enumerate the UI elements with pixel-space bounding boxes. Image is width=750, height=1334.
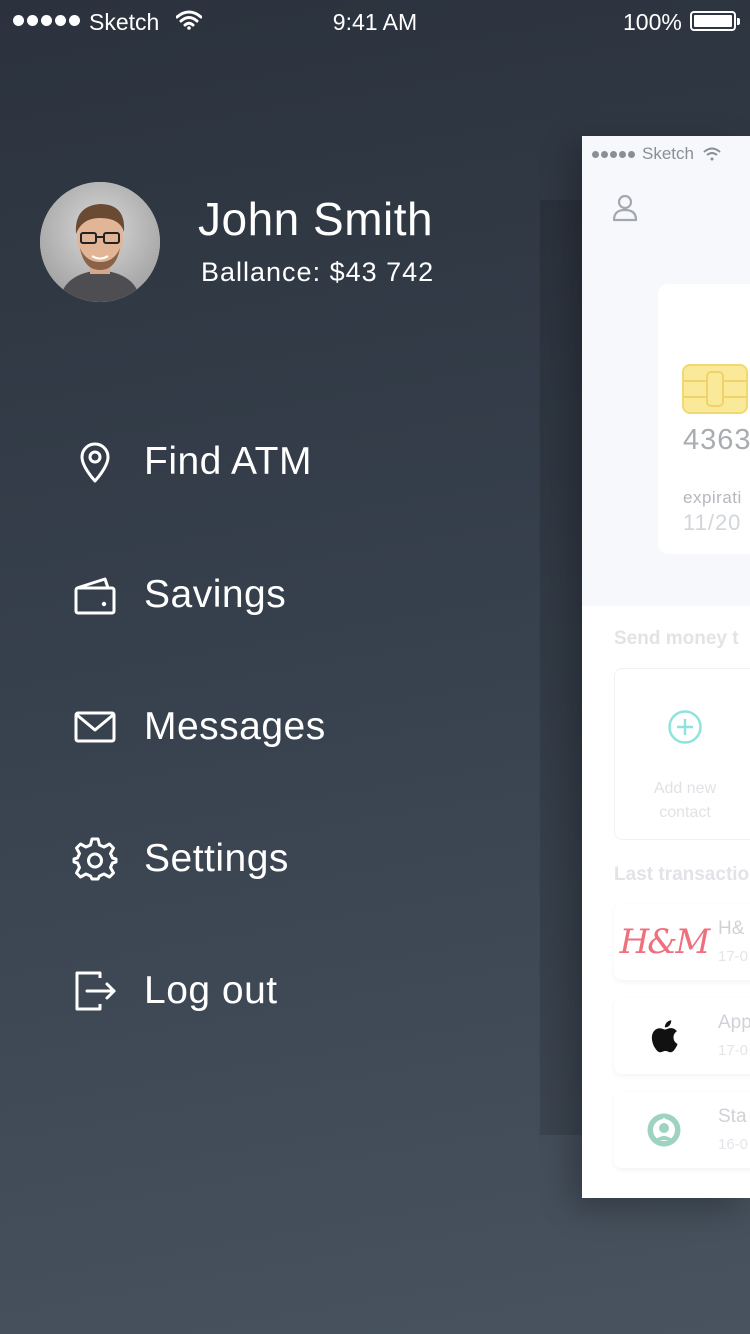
status-bar: Sketch 9:41 AM 100% — [0, 0, 750, 44]
transaction-row[interactable]: H&M H& 17-0 — [614, 904, 750, 980]
preview-header-area: Sketch 4363 expirati 11/20 — [582, 136, 750, 606]
menu-item-label: Messages — [144, 705, 326, 748]
hm-logo: H&M — [619, 922, 711, 962]
menu-item-label: Log out — [144, 969, 278, 1012]
transaction-name: Sta — [718, 1106, 747, 1127]
expiration-value: 11/20 — [683, 510, 742, 535]
transaction-name: H& — [718, 918, 745, 939]
credit-card[interactable]: 4363 expirati 11/20 — [658, 284, 750, 554]
envelope-icon — [70, 702, 120, 752]
signal-dots-icon — [592, 150, 635, 158]
send-money-title: Send money t — [614, 628, 739, 649]
menu-item-label: Find ATM — [144, 440, 312, 483]
transaction-row[interactable]: Sta 16-0 — [614, 1092, 750, 1168]
apple-icon — [634, 1016, 694, 1056]
preview-carrier: Sketch — [642, 144, 694, 163]
user-icon[interactable] — [612, 194, 638, 222]
last-transactions-title: Last transactio — [614, 864, 750, 885]
card-chip-icon — [682, 364, 748, 414]
transaction-date: 17-0 — [718, 1042, 749, 1059]
menu-item-settings[interactable]: Settings — [70, 829, 470, 889]
menu-item-find-atm[interactable]: Find ATM — [70, 432, 470, 492]
avatar[interactable] — [40, 182, 160, 302]
battery-percent: 100% — [623, 9, 682, 35]
user-name: John Smith — [198, 193, 434, 245]
menu-item-savings[interactable]: Savings — [70, 565, 470, 625]
starbucks-icon — [634, 1110, 694, 1150]
add-contact-line2: contact — [659, 804, 711, 821]
preview-status-bar: Sketch — [592, 144, 721, 164]
location-pin-icon — [70, 437, 120, 487]
card-number: 4363 — [683, 424, 750, 456]
expiration-label: expirati — [683, 488, 742, 507]
transaction-date: 17-0 — [718, 948, 749, 965]
wallet-icon — [70, 570, 120, 620]
avatar-portrait — [40, 182, 160, 302]
plus-circle-icon — [668, 710, 702, 744]
battery-icon — [690, 11, 740, 31]
app-preview-panel[interactable]: Sketch 4363 expirati 11/20 Send money t — [582, 136, 750, 1198]
transaction-row[interactable]: App 17-0 — [614, 998, 750, 1074]
transaction-date: 16-0 — [718, 1136, 749, 1153]
transaction-name: App — [718, 1012, 750, 1033]
gear-icon — [70, 834, 120, 884]
menu-item-label: Savings — [144, 573, 287, 616]
menu-item-label: Settings — [144, 837, 289, 880]
add-contact-line1: Add new — [653, 780, 717, 797]
logout-icon — [70, 966, 120, 1016]
user-balance: Ballance: $43 742 — [201, 257, 435, 287]
add-contact-button[interactable]: Add new contact — [614, 668, 750, 840]
wifi-icon — [703, 147, 721, 161]
menu-item-messages[interactable]: Messages — [70, 697, 470, 757]
add-contact-label: Add new contact — [615, 777, 750, 825]
menu-item-log-out[interactable]: Log out — [70, 961, 470, 1021]
